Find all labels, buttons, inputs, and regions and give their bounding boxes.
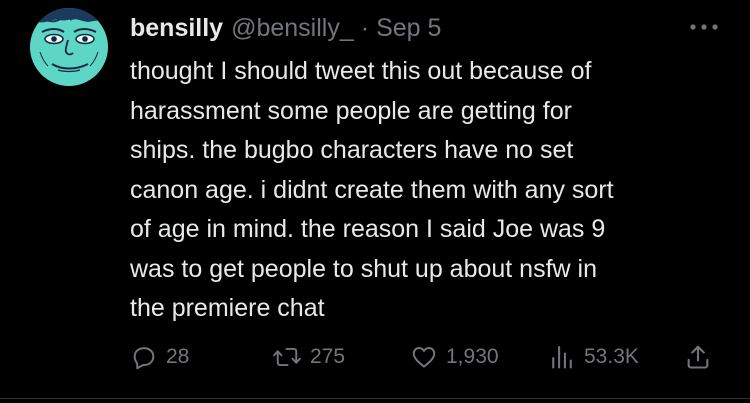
more-options-button[interactable] [688, 14, 720, 40]
like-count: 1,930 [446, 345, 499, 368]
share-upload-icon [684, 343, 712, 371]
tweet-date[interactable]: Sep 5 [376, 14, 441, 43]
retweet-button[interactable]: 275 [272, 338, 345, 376]
tweet-text-line: the premiere chat [130, 294, 325, 322]
tweet-text-line: was to get people to shut up about nsfw … [130, 254, 597, 283]
tweet-text-line: thought I should tweet this out because … [130, 57, 592, 85]
reply-bubble-icon [130, 343, 158, 371]
header-separator: · [360, 13, 370, 42]
share-button[interactable] [684, 338, 720, 376]
retweet-icon [272, 343, 302, 371]
views-button[interactable]: 53.3K [548, 338, 639, 376]
avatar-face-image [30, 8, 108, 86]
tweet-text-line: ships. the bugbo characters have no set [130, 136, 574, 164]
author-handle[interactable]: @bensilly_ [231, 14, 354, 43]
tweet-text-line: canon age. i didnt create them with any … [130, 175, 614, 204]
reply-button[interactable]: 28 [130, 338, 189, 376]
views-bar-chart-icon [548, 343, 576, 371]
tweet-actions-bar: 28 275 1,930 53.3K [130, 338, 720, 376]
heart-icon [410, 343, 438, 371]
views-count: 53.3K [584, 345, 639, 368]
more-horizontal-icon [690, 24, 718, 30]
tweet-header: bensilly @bensilly_ · Sep 5 [130, 11, 441, 45]
author-display-name[interactable]: bensilly [130, 14, 223, 43]
tweet-text-line: of age in mind. the reason I said Joe wa… [130, 215, 606, 243]
tweet-divider [0, 398, 750, 399]
tweet-text: thought I should tweet this out because … [130, 52, 720, 329]
tweet-text-line: harassment some people are getting for [130, 96, 572, 125]
retweet-count: 275 [310, 345, 346, 368]
reply-count: 28 [166, 345, 190, 368]
like-button[interactable]: 1,930 [410, 338, 499, 376]
tweet-card[interactable]: bensilly @bensilly_ · Sep 5 thought I sh… [0, 0, 750, 403]
avatar[interactable] [30, 8, 108, 86]
